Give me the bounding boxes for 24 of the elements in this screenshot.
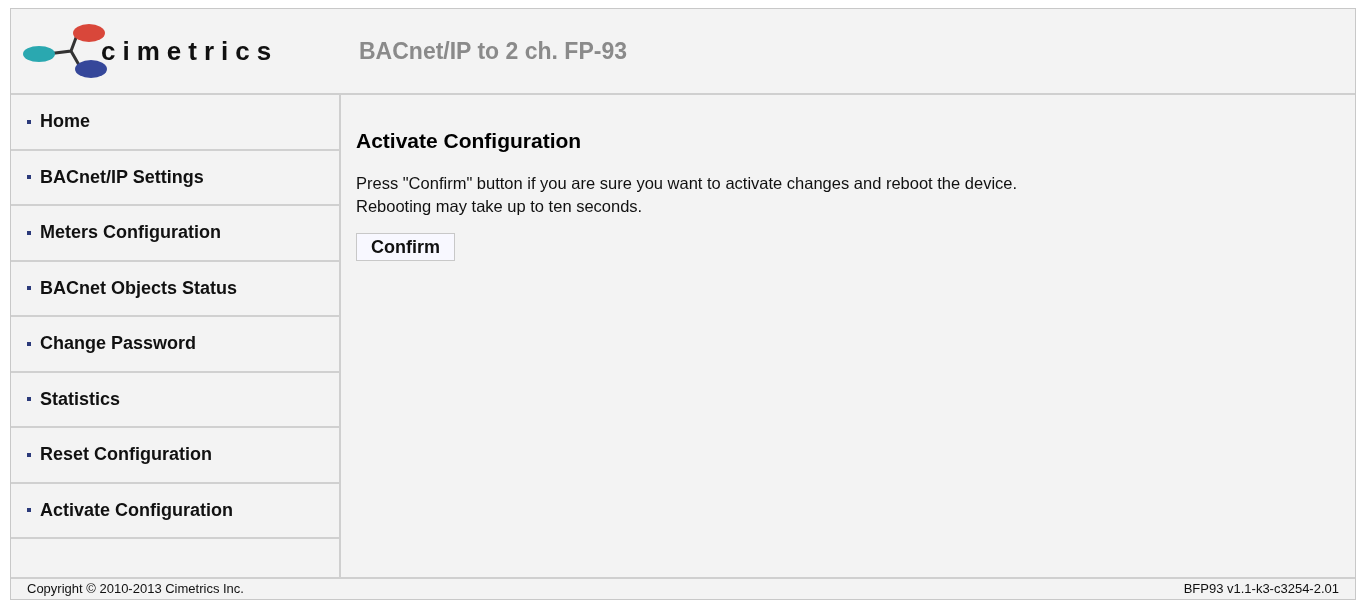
nav-link[interactable]: BACnet Objects Status <box>27 274 238 302</box>
nav-link[interactable]: Home <box>27 108 90 136</box>
version-text: BFP93 v1.1-k3-c3254-2.01 <box>1183 580 1339 599</box>
bullet-icon <box>27 230 31 235</box>
nav-link[interactable]: Change Password <box>27 330 197 358</box>
bullet-icon <box>27 508 31 513</box>
confirm-button[interactable]: Confirm <box>356 232 455 261</box>
section-heading: Activate Configuration <box>356 128 583 154</box>
bullet-icon <box>27 341 31 346</box>
bullet-icon <box>27 397 31 402</box>
bullet-icon <box>27 119 31 124</box>
logo-wordmark: cimetrics <box>101 34 279 68</box>
nav-link[interactable]: Meters Configuration <box>27 219 221 247</box>
info-text: Rebooting may take up to ten seconds. <box>356 195 644 217</box>
nav-link[interactable]: Activate Configuration <box>27 496 233 524</box>
bullet-icon <box>27 175 31 180</box>
nav-link[interactable]: Statistics <box>27 385 121 413</box>
page-title: BACnet/IP to 2 ch. FP-93 <box>359 36 627 66</box>
nav-link[interactable]: Reset Configuration <box>27 441 212 469</box>
nav-link[interactable]: BACnet/IP Settings <box>27 163 204 191</box>
copyright-text: Copyright © 2010-2013 Cimetrics Inc. <box>27 580 244 599</box>
info-text: Press "Confirm" button if you are sure you want to activate changes and reboot the device. <box>356 172 1019 194</box>
bullet-icon <box>27 452 31 457</box>
bullet-icon <box>27 286 31 291</box>
